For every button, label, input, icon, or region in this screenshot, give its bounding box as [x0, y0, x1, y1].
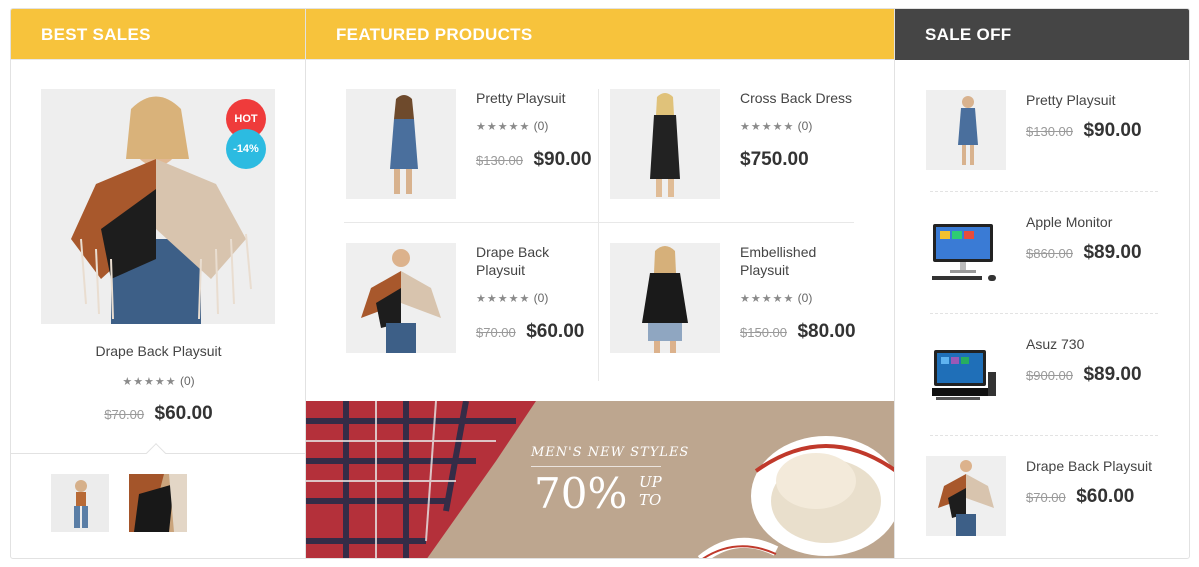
current-price: $60.00	[154, 403, 213, 424]
rating-count: (0)	[797, 119, 813, 133]
rating-stars-icon: ★★★★★	[740, 293, 795, 305]
sale-product-card[interactable]: Apple Monitor $860.00 $89.00	[926, 212, 1166, 294]
current-price: $80.00	[797, 321, 856, 342]
featured-product-card[interactable]: Pretty Playsuit ★★★★★ (0) $130.00 $90.00	[346, 89, 606, 219]
product-image[interactable]	[346, 243, 456, 353]
divider	[930, 191, 1158, 192]
product-price: $150.00 $80.00	[740, 321, 856, 343]
old-price: $130.00	[1026, 124, 1073, 139]
rating-stars-icon: ★★★★★	[740, 121, 795, 133]
product-price: $860.00 $89.00	[1026, 242, 1142, 264]
rating-count: (0)	[533, 291, 549, 305]
product-name[interactable]: Pretty Playsuit	[476, 89, 601, 107]
product-price: $70.00 $60.00	[1026, 486, 1134, 508]
featured-products-column: FEATURED PRODUCTS Pretty Playsuit ★★★★★ …	[306, 9, 894, 558]
product-price: $900.00 $89.00	[1026, 364, 1142, 386]
current-price: $60.00	[526, 321, 585, 342]
banner-up: UP	[639, 473, 662, 491]
product-image[interactable]	[610, 243, 720, 353]
current-price: $89.00	[1083, 242, 1142, 263]
sale-product-card[interactable]: Asuz 730 $900.00 $89.00	[926, 334, 1166, 416]
sale-product-card[interactable]: Drape Back Playsuit $70.00 $60.00	[926, 456, 1166, 538]
product-name[interactable]: Asuz 730	[1026, 336, 1084, 352]
featured-product-card[interactable]: Embellished Playsuit ★★★★★ (0) $150.00 $…	[610, 243, 870, 373]
banner-discount: 70%	[534, 469, 628, 518]
discount-badge: -14%	[226, 129, 266, 169]
product-rating: ★★★★★ (0)	[740, 119, 812, 133]
rating-stars-icon: ★★★★★	[122, 376, 177, 388]
old-price: $130.00	[476, 153, 523, 168]
best-product-rating: ★★★★★ (0)	[11, 374, 306, 388]
rating-stars-icon: ★★★★★	[476, 293, 531, 305]
product-rating: ★★★★★ (0)	[476, 291, 548, 305]
old-price: $900.00	[1026, 368, 1073, 383]
product-name[interactable]: Pretty Playsuit	[1026, 92, 1115, 108]
product-name[interactable]: Apple Monitor	[1026, 214, 1112, 230]
product-image[interactable]	[926, 90, 1006, 170]
current-price: $750.00	[740, 149, 809, 170]
old-price: $70.00	[104, 407, 145, 422]
best-product-price: $70.00 $60.00	[11, 403, 306, 425]
banner-up-to: UP TO	[639, 473, 662, 509]
rating-count: (0)	[797, 291, 813, 305]
product-image[interactable]	[610, 89, 720, 199]
product-name[interactable]: Cross Back Dress	[740, 89, 865, 107]
best-sales-header: BEST SALES	[11, 9, 305, 60]
featured-product-card[interactable]: Cross Back Dress ★★★★★ (0) $750.00	[610, 89, 870, 219]
product-name[interactable]: Embellished Playsuit	[740, 243, 865, 279]
featured-products-header: FEATURED PRODUCTS	[306, 9, 894, 60]
best-sales-column: BEST SALES HOT -14% Drape Back Playsuit …	[11, 9, 306, 558]
rating-stars-icon: ★★★★★	[476, 121, 531, 133]
product-price: $130.00 $90.00	[476, 149, 592, 171]
banner-subtitle: MEN'S NEW STYLES	[531, 445, 690, 460]
product-name[interactable]: Drape Back Playsuit	[1026, 458, 1152, 474]
thumbnail-2[interactable]	[129, 474, 187, 532]
product-showcase: BEST SALES HOT -14% Drape Back Playsuit …	[10, 8, 1190, 559]
current-price: $90.00	[533, 149, 592, 170]
old-price: $150.00	[740, 325, 787, 340]
product-rating: ★★★★★ (0)	[740, 291, 812, 305]
divider	[930, 313, 1158, 314]
featured-product-card[interactable]: Drape Back Playsuit ★★★★★ (0) $70.00 $60…	[346, 243, 606, 373]
old-price: $860.00	[1026, 246, 1073, 261]
product-price: $130.00 $90.00	[1026, 120, 1142, 142]
banner-to: TO	[639, 491, 662, 509]
banner-divider	[531, 466, 661, 467]
product-image[interactable]	[926, 212, 1006, 292]
old-price: $70.00	[1026, 490, 1066, 505]
product-price: $70.00 $60.00	[476, 321, 584, 343]
product-image[interactable]	[926, 456, 1006, 536]
grid-divider-horizontal	[344, 222, 854, 223]
current-price: $90.00	[1083, 120, 1142, 141]
product-rating: ★★★★★ (0)	[476, 119, 548, 133]
old-price: $70.00	[476, 325, 516, 340]
rating-count: (0)	[533, 119, 549, 133]
product-image[interactable]	[346, 89, 456, 199]
active-thumb-caret	[146, 443, 166, 463]
product-name[interactable]: Drape Back Playsuit	[476, 243, 601, 279]
sale-off-column: SALE OFF Pretty Playsuit $130.00 $90.00	[894, 9, 1189, 558]
best-product-name[interactable]: Drape Back Playsuit	[11, 343, 306, 359]
divider	[930, 435, 1158, 436]
current-price: $60.00	[1076, 486, 1135, 507]
promo-banner[interactable]: MEN'S NEW STYLES 70% UP TO	[306, 401, 894, 558]
product-image[interactable]	[926, 334, 1006, 414]
rating-count: (0)	[179, 374, 195, 388]
sale-product-card[interactable]: Pretty Playsuit $130.00 $90.00	[926, 90, 1166, 172]
product-price: $750.00	[740, 149, 809, 171]
thumbnail-1[interactable]	[51, 474, 109, 532]
sale-off-header: SALE OFF	[895, 9, 1189, 60]
current-price: $89.00	[1083, 364, 1142, 385]
